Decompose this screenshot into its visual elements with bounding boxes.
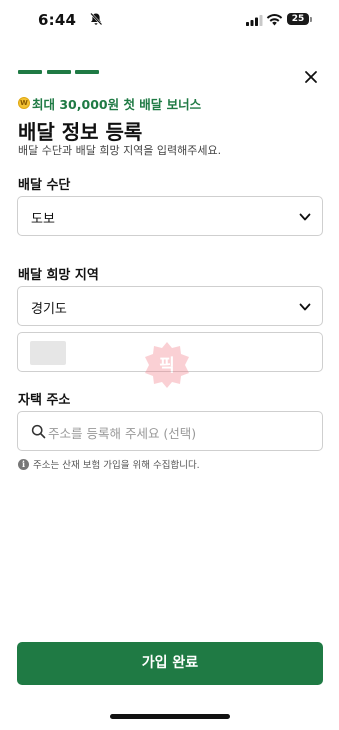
progress-step-3 bbox=[75, 70, 99, 74]
status-bar: 6:44 25 bbox=[0, 0, 339, 44]
delivery-method-value: 도보 bbox=[31, 212, 55, 227]
battery-icon: 25 bbox=[287, 13, 309, 25]
home-address-placeholder: 주소를 등록해 주세요 (선택) bbox=[48, 426, 197, 441]
signup-screen: 6:44 25 W 최대 30,000원 첫 배달 보너스 배달 정보 등록 배… bbox=[0, 0, 339, 730]
signal-icon bbox=[246, 15, 263, 26]
info-note-text: 주소는 산재 보험 가입을 위해 수집합니다. bbox=[33, 460, 200, 471]
bonus-banner: W 최대 30,000원 첫 배달 보너스 bbox=[18, 94, 201, 112]
progress-step-1 bbox=[18, 70, 42, 74]
chevron-down-icon bbox=[299, 213, 311, 221]
page-title: 배달 정보 등록 bbox=[18, 120, 143, 144]
delivery-region-select[interactable]: 경기도 bbox=[17, 286, 323, 326]
delivery-region-label: 배달 희망 지역 bbox=[18, 268, 99, 283]
chevron-down-icon bbox=[299, 303, 311, 311]
bell-off-icon bbox=[90, 12, 103, 26]
info-icon: i bbox=[18, 458, 29, 470]
home-address-label: 자택 주소 bbox=[18, 393, 71, 408]
submit-button[interactable]: 가입 완료 bbox=[17, 642, 323, 685]
page-subtitle: 배달 수단과 배달 희망 지역을 입력해주세요. bbox=[18, 144, 222, 157]
search-icon bbox=[31, 424, 46, 439]
status-time: 6:44 bbox=[38, 11, 77, 29]
delivery-method-select[interactable]: 도보 bbox=[17, 196, 323, 236]
battery-tip bbox=[310, 17, 312, 22]
wifi-icon bbox=[266, 14, 283, 26]
coin-icon: W bbox=[18, 97, 30, 109]
home-indicator bbox=[110, 714, 230, 719]
close-icon[interactable] bbox=[298, 64, 324, 90]
subregion-placeholder bbox=[30, 341, 66, 365]
home-address-input[interactable]: 주소를 등록해 주세요 (선택) bbox=[17, 411, 323, 451]
bonus-text: 최대 30,000원 첫 배달 보너스 bbox=[32, 96, 202, 112]
delivery-method-label: 배달 수단 bbox=[18, 178, 71, 193]
watermark-logo: 픽 bbox=[145, 342, 189, 388]
delivery-region-value: 경기도 bbox=[31, 302, 67, 317]
info-note: i 주소는 산재 보험 가입을 위해 수집합니다. bbox=[18, 457, 200, 471]
progress-step-2 bbox=[47, 70, 71, 74]
watermark-text: 픽 bbox=[159, 356, 175, 376]
step-progress bbox=[18, 70, 100, 74]
